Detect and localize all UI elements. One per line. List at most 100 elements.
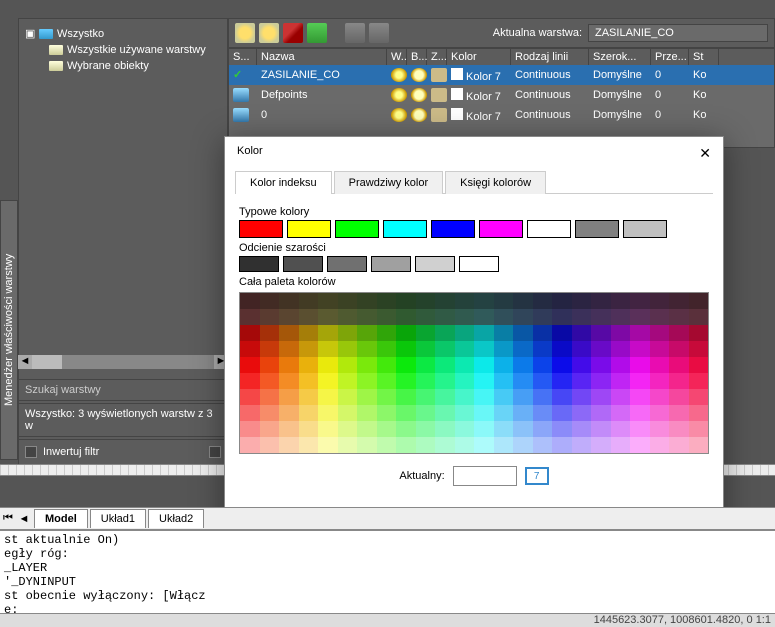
palette-cell[interactable] bbox=[299, 421, 319, 437]
collapse-icon[interactable]: ▣ bbox=[25, 27, 35, 40]
palette-cell[interactable] bbox=[455, 293, 475, 309]
close-icon[interactable]: ✕ bbox=[699, 145, 711, 162]
palette-cell[interactable] bbox=[591, 405, 611, 421]
palette-cell[interactable] bbox=[338, 357, 358, 373]
palette-cell[interactable] bbox=[572, 309, 592, 325]
bulb-icon[interactable] bbox=[391, 88, 407, 102]
palette-cell[interactable] bbox=[396, 437, 416, 453]
palette-cell[interactable] bbox=[474, 373, 494, 389]
palette-cell[interactable] bbox=[552, 357, 572, 373]
palette-cell[interactable] bbox=[357, 341, 377, 357]
scroll-left-icon[interactable]: ◄ bbox=[18, 355, 32, 369]
palette-cell[interactable] bbox=[299, 325, 319, 341]
palette-cell[interactable] bbox=[494, 421, 514, 437]
palette-cell[interactable] bbox=[357, 325, 377, 341]
palette-cell[interactable] bbox=[494, 389, 514, 405]
palette-cell[interactable] bbox=[611, 389, 631, 405]
palette-cell[interactable] bbox=[240, 341, 260, 357]
palette-cell[interactable] bbox=[260, 389, 280, 405]
palette-cell[interactable] bbox=[377, 293, 397, 309]
palette-cell[interactable] bbox=[377, 357, 397, 373]
palette-cell[interactable] bbox=[611, 373, 631, 389]
lock-icon[interactable] bbox=[431, 88, 447, 102]
lock-icon[interactable] bbox=[431, 68, 447, 82]
palette-cell[interactable] bbox=[572, 325, 592, 341]
palette-cell[interactable] bbox=[279, 357, 299, 373]
palette-cell[interactable] bbox=[494, 309, 514, 325]
palette-cell[interactable] bbox=[455, 341, 475, 357]
palette-cell[interactable] bbox=[630, 373, 650, 389]
palette-cell[interactable] bbox=[435, 373, 455, 389]
palette-cell[interactable] bbox=[494, 293, 514, 309]
palette-cell[interactable] bbox=[377, 325, 397, 341]
palette-cell[interactable] bbox=[669, 389, 689, 405]
palette-cell[interactable] bbox=[279, 293, 299, 309]
grid-header[interactable]: S... Nazwa W.. B... Z... Kolor Rodzaj li… bbox=[229, 49, 774, 65]
palette-cell[interactable] bbox=[611, 357, 631, 373]
palette-cell[interactable] bbox=[435, 293, 455, 309]
palette-cell[interactable] bbox=[377, 389, 397, 405]
palette-cell[interactable] bbox=[396, 341, 416, 357]
palette-cell[interactable] bbox=[669, 373, 689, 389]
palette-cell[interactable] bbox=[669, 437, 689, 453]
color-swatch[interactable] bbox=[451, 68, 463, 80]
palette-cell[interactable] bbox=[552, 341, 572, 357]
palette-cell[interactable] bbox=[533, 357, 553, 373]
palette-cell[interactable] bbox=[260, 341, 280, 357]
tab-layout1[interactable]: Układ1 bbox=[90, 509, 146, 528]
palette-cell[interactable] bbox=[416, 341, 436, 357]
palette-cell[interactable] bbox=[533, 293, 553, 309]
search-input[interactable]: Szukaj warstwy bbox=[18, 379, 228, 401]
palette-cell[interactable] bbox=[279, 421, 299, 437]
palette-cell[interactable] bbox=[396, 309, 416, 325]
sun-icon[interactable] bbox=[411, 108, 427, 122]
palette-cell[interactable] bbox=[435, 389, 455, 405]
col-freeze[interactable]: B... bbox=[407, 49, 427, 65]
palette-cell[interactable] bbox=[650, 373, 670, 389]
col-weight[interactable]: Szerok... bbox=[589, 49, 651, 65]
palette-cell[interactable] bbox=[416, 389, 436, 405]
palette-cell[interactable] bbox=[377, 309, 397, 325]
palette-cell[interactable] bbox=[377, 437, 397, 453]
palette-cell[interactable] bbox=[591, 309, 611, 325]
palette-cell[interactable] bbox=[572, 357, 592, 373]
palette-cell[interactable] bbox=[318, 389, 338, 405]
palette-cell[interactable] bbox=[279, 325, 299, 341]
color-swatch[interactable] bbox=[431, 220, 475, 238]
tab-model[interactable]: Model bbox=[34, 509, 88, 528]
tree-used[interactable]: Wszystkie używane warstwy bbox=[25, 42, 221, 58]
color-swatch[interactable] bbox=[623, 220, 667, 238]
bulb-icon[interactable] bbox=[391, 108, 407, 122]
palette-cell[interactable] bbox=[416, 325, 436, 341]
color-swatch[interactable] bbox=[479, 220, 523, 238]
palette-cell[interactable] bbox=[650, 389, 670, 405]
palette-cell[interactable] bbox=[338, 325, 358, 341]
palette-cell[interactable] bbox=[435, 309, 455, 325]
palette-cell[interactable] bbox=[357, 421, 377, 437]
palette-cell[interactable] bbox=[455, 389, 475, 405]
col-status[interactable]: S... bbox=[229, 49, 257, 65]
tab-true-color[interactable]: Prawdziwy kolor bbox=[334, 171, 443, 194]
palette-cell[interactable] bbox=[552, 405, 572, 421]
palette-cell[interactable] bbox=[357, 293, 377, 309]
palette-cell[interactable] bbox=[260, 357, 280, 373]
col-name[interactable]: Nazwa bbox=[257, 49, 387, 65]
palette-cell[interactable] bbox=[591, 421, 611, 437]
palette-cell[interactable] bbox=[591, 437, 611, 453]
palette-cell[interactable] bbox=[650, 421, 670, 437]
palette-cell[interactable] bbox=[318, 437, 338, 453]
palette-cell[interactable] bbox=[357, 405, 377, 421]
palette-cell[interactable] bbox=[240, 309, 260, 325]
palette-cell[interactable] bbox=[260, 373, 280, 389]
palette-cell[interactable] bbox=[318, 373, 338, 389]
palette-cell[interactable] bbox=[669, 421, 689, 437]
palette-cell[interactable] bbox=[689, 373, 709, 389]
palette-cell[interactable] bbox=[260, 309, 280, 325]
tab-layout2[interactable]: Układ2 bbox=[148, 509, 204, 528]
sun-icon[interactable] bbox=[411, 88, 427, 102]
tree-root[interactable]: ▣ Wszystko bbox=[25, 25, 221, 42]
tab-color-books[interactable]: Księgi kolorów bbox=[445, 171, 546, 194]
palette-cell[interactable] bbox=[494, 437, 514, 453]
palette-cell[interactable] bbox=[572, 389, 592, 405]
palette-cell[interactable] bbox=[279, 309, 299, 325]
